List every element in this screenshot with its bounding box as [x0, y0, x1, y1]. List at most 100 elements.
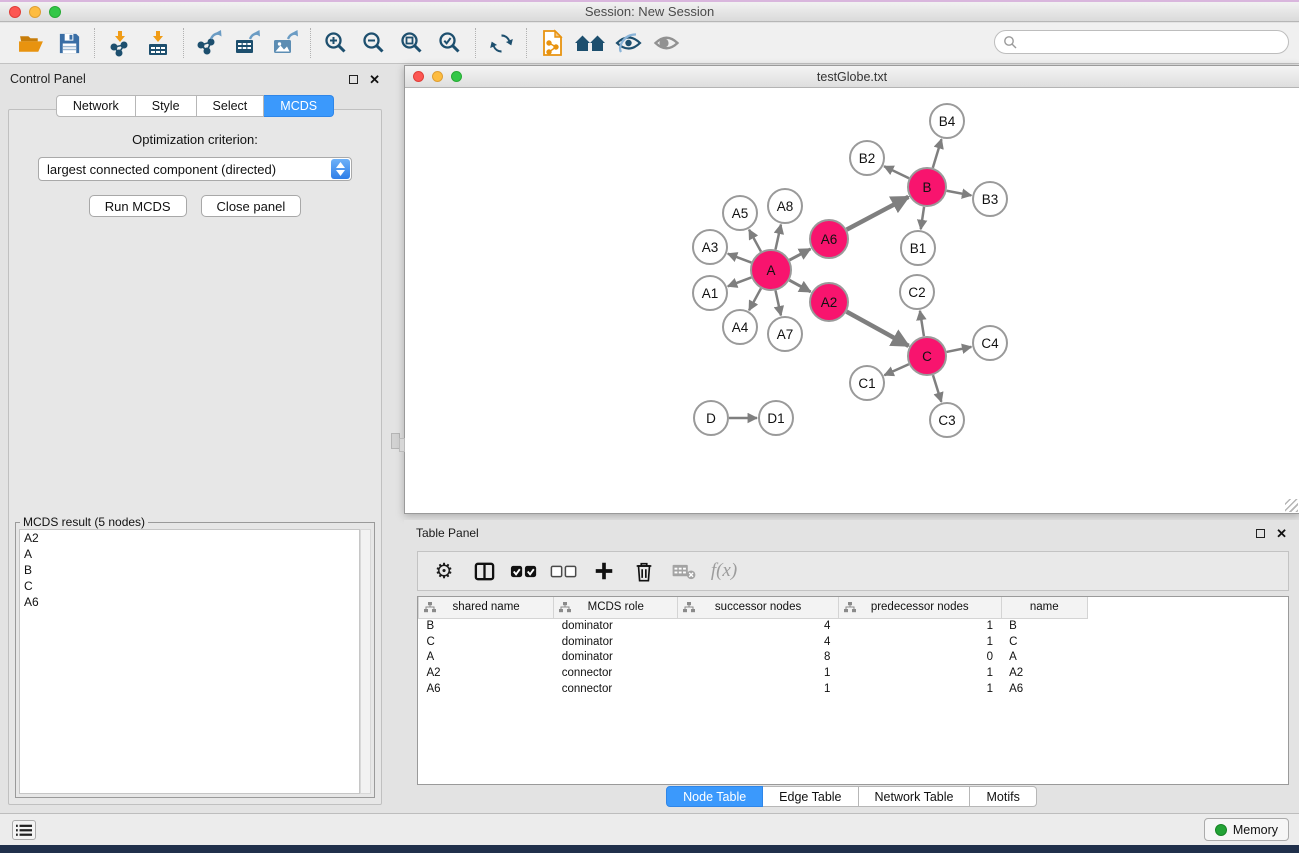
search-input[interactable] [1022, 32, 1288, 52]
graph-edge[interactable] [789, 280, 810, 292]
result-item[interactable]: B [20, 562, 359, 578]
network-file-button[interactable] [533, 26, 571, 60]
graph-node[interactable]: B2 [850, 141, 884, 175]
result-item[interactable]: C [20, 578, 359, 594]
graph-edge[interactable] [728, 254, 752, 263]
unselect-all-button[interactable] [546, 555, 582, 587]
graph-node[interactable]: A [751, 250, 791, 290]
graph-node[interactable]: D [694, 401, 728, 435]
graph-node[interactable]: B3 [973, 182, 1007, 216]
tab-edge-table[interactable]: Edge Table [763, 786, 858, 807]
graph-edge[interactable] [884, 166, 909, 178]
tab-node-table[interactable]: Node Table [666, 786, 763, 807]
tab-network[interactable]: Network [56, 95, 136, 117]
tab-network-table[interactable]: Network Table [859, 786, 971, 807]
graph-node[interactable]: A8 [768, 189, 802, 223]
graph-node[interactable]: B1 [901, 231, 935, 265]
zoom-out-button[interactable] [355, 26, 393, 60]
graph-edge[interactable] [775, 225, 780, 250]
graph-node[interactable]: A2 [810, 283, 848, 321]
graph-node[interactable]: A3 [693, 230, 727, 264]
open-file-button[interactable] [12, 26, 50, 60]
tab-motifs[interactable]: Motifs [970, 786, 1036, 807]
export-image-button[interactable] [266, 26, 304, 60]
result-item[interactable]: A [20, 546, 359, 562]
graph-edge[interactable] [749, 230, 761, 252]
refresh-button[interactable] [482, 26, 520, 60]
graph-node[interactable]: A5 [723, 196, 757, 230]
graph-edge[interactable] [884, 364, 908, 375]
graph-node[interactable]: A6 [810, 220, 848, 258]
graph-node[interactable]: B [908, 168, 946, 206]
graph-node[interactable]: C2 [900, 275, 934, 309]
table-settings-button[interactable]: ⚙ [426, 555, 462, 587]
graph-edge[interactable] [847, 312, 909, 346]
graph-node[interactable]: C [908, 337, 946, 375]
close-panel-icon[interactable]: ✕ [369, 75, 380, 84]
search-field[interactable] [994, 30, 1289, 54]
table-row[interactable]: A6connector11A6 [419, 681, 1088, 697]
graph-edge[interactable] [775, 291, 780, 316]
close-panel-button[interactable]: Close panel [201, 195, 302, 217]
graph-node[interactable]: A4 [723, 310, 757, 344]
import-table-button[interactable] [139, 26, 177, 60]
save-session-button[interactable] [50, 26, 88, 60]
run-mcds-button[interactable]: Run MCDS [89, 195, 187, 217]
memory-button[interactable]: Memory [1204, 818, 1289, 841]
graph-edge[interactable] [728, 277, 752, 286]
delete-columns-button[interactable] [626, 555, 662, 587]
network-left-splitter[interactable] [399, 438, 405, 452]
graph-node[interactable]: C4 [973, 326, 1007, 360]
result-scrollbar[interactable] [360, 529, 371, 794]
zoom-fit-button[interactable] [393, 26, 431, 60]
tab-select[interactable]: Select [197, 95, 265, 117]
close-table-panel-icon[interactable]: ✕ [1276, 529, 1287, 538]
result-item[interactable]: A2 [20, 530, 359, 546]
result-item[interactable]: A6 [20, 594, 359, 610]
graph-edge[interactable] [790, 249, 811, 260]
column-header-predecessor-nodes[interactable]: predecessor nodes [838, 597, 1001, 618]
create-column-button[interactable] [586, 555, 622, 587]
graph-edge[interactable] [921, 207, 924, 229]
float-table-panel-icon[interactable] [1256, 529, 1265, 538]
export-network-button[interactable] [190, 26, 228, 60]
tab-mcds[interactable]: MCDS [264, 95, 334, 117]
select-all-button[interactable] [506, 555, 542, 587]
table-row[interactable]: Bdominator41B [419, 618, 1088, 634]
column-header-mcds-role[interactable]: MCDS role [554, 597, 678, 618]
network-canvas[interactable]: B4 B2 B B3 A8 A5 A6 A3 B1 A A1 C2 A2 A4 A7 C4 C C1 C3 D D1 [405, 88, 1299, 513]
hide-details-button[interactable] [609, 26, 647, 60]
graph-edge[interactable] [933, 375, 941, 402]
show-column-panel-button[interactable] [466, 555, 502, 587]
graph-edge[interactable] [920, 311, 924, 336]
tab-style[interactable]: Style [136, 95, 197, 117]
table-row[interactable]: A2connector11A2 [419, 665, 1088, 681]
birds-eye-button[interactable] [647, 26, 685, 60]
column-header-successor-nodes[interactable]: successor nodes [678, 597, 839, 618]
criterion-dropdown[interactable]: largest connected component (directed) [38, 157, 352, 181]
zoom-in-button[interactable] [317, 26, 355, 60]
table-row[interactable]: Cdominator41C [419, 634, 1088, 650]
window-resize-grip[interactable] [1285, 499, 1298, 512]
mcds-result-list[interactable]: A2ABCA6 [19, 529, 360, 794]
zoom-selected-button[interactable] [431, 26, 469, 60]
graph-node[interactable]: A7 [768, 317, 802, 351]
export-table-button[interactable] [228, 26, 266, 60]
graph-node[interactable]: B4 [930, 104, 964, 138]
graph-edge[interactable] [749, 288, 761, 310]
graph-node[interactable]: A1 [693, 276, 727, 310]
float-panel-icon[interactable] [349, 75, 358, 84]
graph-edge[interactable] [933, 139, 942, 168]
graph-node[interactable]: C3 [930, 403, 964, 437]
graph-node[interactable]: D1 [759, 401, 793, 435]
home-networks-button[interactable] [571, 26, 609, 60]
graph-edge[interactable] [947, 347, 972, 352]
graph-edge[interactable] [947, 191, 972, 196]
graph-node[interactable]: C1 [850, 366, 884, 400]
graph-edge[interactable] [847, 197, 909, 230]
import-network-button[interactable] [101, 26, 139, 60]
task-history-button[interactable] [12, 820, 36, 840]
table-row[interactable]: Adominator80A [419, 649, 1088, 665]
column-header-name[interactable]: name [1001, 597, 1087, 618]
column-header-shared-name[interactable]: shared name [419, 597, 554, 618]
